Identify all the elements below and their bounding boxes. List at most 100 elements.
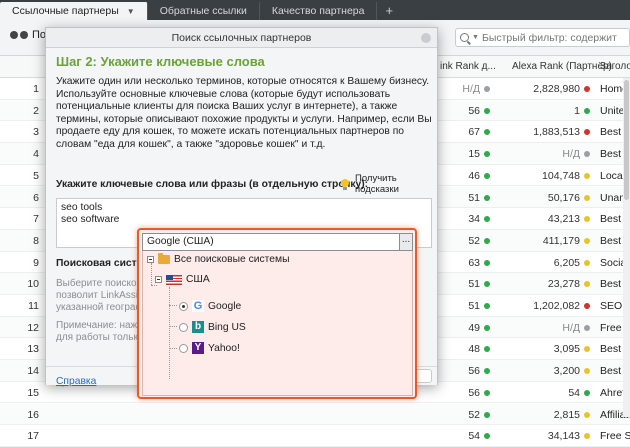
tree-node-google[interactable]: G Google [179, 300, 241, 312]
collapse-icon[interactable] [155, 276, 162, 283]
row-number: 4 [33, 148, 39, 161]
search-engine-select[interactable]: Google (США) ... [142, 233, 413, 251]
row-number: 9 [33, 256, 39, 269]
lightbulb-icon [338, 177, 351, 191]
column-link-rank[interactable]: ink Rank д... [440, 61, 496, 72]
link-rank-value: 63 [468, 256, 480, 269]
tree-node-all-engines[interactable]: Все поисковые системы [147, 253, 289, 265]
alexa-rank-value: 43,213 [547, 213, 580, 226]
status-dot [584, 324, 590, 331]
link-rank-value: 56 [468, 365, 480, 378]
link-rank-value: 67 [468, 126, 480, 139]
google-radio[interactable] [179, 301, 188, 311]
google-icon: G [192, 300, 204, 312]
link-rank-value: 51 [468, 191, 480, 204]
tree-node-yahoo[interactable]: Y Yahoo! [179, 342, 240, 354]
bing-icon: b [192, 321, 204, 333]
status-dot [484, 346, 490, 353]
status-dot [584, 216, 590, 223]
chevron-down-icon[interactable]: ▼ [127, 7, 135, 16]
status-dot [484, 194, 490, 201]
row-number: 6 [33, 191, 39, 204]
yahoo-radio[interactable] [179, 343, 188, 353]
scrollbar[interactable] [623, 78, 630, 417]
tree-node-usa[interactable]: США [155, 274, 210, 285]
tab-link-partners[interactable]: Ссылочные партнеры ▼ [0, 2, 148, 20]
status-dot [584, 346, 590, 353]
us-flag-icon [166, 274, 182, 285]
table-row[interactable]: 16522,815Affiliate [0, 403, 630, 426]
tree-line [151, 285, 157, 286]
row-number: 14 [27, 365, 39, 378]
help-link[interactable]: Справка [56, 376, 96, 387]
status-dot [584, 303, 590, 309]
keyword-line: seo software [61, 214, 120, 225]
alexa-rank-value: 34,143 [547, 430, 580, 443]
column-page-title[interactable]: Заголов [600, 61, 630, 72]
tab-backlinks[interactable]: Обратные ссылки [148, 2, 260, 20]
status-dot [484, 324, 490, 331]
link-rank-value: Н/Д [462, 83, 480, 95]
row-number: 13 [27, 343, 39, 356]
link-rank-value: 54 [468, 430, 480, 443]
link-rank-value: 15 [468, 148, 480, 161]
link-rank-value: 56 [468, 104, 480, 117]
collapse-icon[interactable] [147, 256, 154, 263]
status-dot [584, 151, 590, 158]
page-title-cell: Free SE [600, 430, 630, 443]
keyword-line: seo tools [61, 202, 103, 213]
tree-node-bing[interactable]: b Bing US [179, 321, 246, 333]
dialog-title-bar: Поиск ссылочных партнеров [46, 28, 437, 48]
row-number: 8 [33, 234, 39, 247]
status-dot [484, 107, 490, 114]
binoculars-icon [10, 29, 28, 41]
alexa-rank-value: 3,095 [553, 343, 580, 356]
row-number: 3 [33, 126, 39, 139]
status-dot [584, 281, 590, 288]
quick-filter-input[interactable]: ▼ Быстрый фильтр: содержит [455, 28, 630, 47]
yahoo-icon: Y [192, 342, 204, 354]
search-icon [460, 33, 469, 42]
alexa-rank-value: 23,278 [547, 278, 580, 291]
link-rank-value: 48 [468, 343, 480, 356]
status-dot [484, 129, 490, 136]
alexa-rank-value: 1,883,513 [533, 126, 580, 139]
tab-partner-quality[interactable]: Качество партнера [260, 2, 378, 20]
alexa-rank-value: 54 [568, 386, 580, 399]
alexa-rank-value: Н/Д [562, 148, 580, 161]
chevron-down-icon[interactable]: ▼ [472, 34, 479, 41]
tree-line [169, 326, 177, 327]
status-dot [584, 237, 590, 244]
link-rank-value: 34 [468, 213, 480, 226]
status-dot [484, 172, 490, 179]
tree-line [169, 287, 170, 379]
close-icon[interactable] [421, 33, 431, 43]
status-dot [484, 237, 490, 244]
step-description: Укажите один или несколько терминов, кот… [56, 76, 432, 150]
alexa-rank-value: 3,200 [553, 365, 580, 378]
add-tab-button[interactable]: + [377, 2, 401, 20]
alexa-rank-value: 50,176 [547, 191, 580, 204]
alexa-rank-value: 1,202,082 [533, 300, 580, 312]
row-number: 17 [27, 430, 39, 443]
top-tab-bar: Ссылочные партнеры ▼ Обратные ссылки Каче… [0, 0, 630, 20]
row-number: 16 [27, 408, 39, 421]
status-dot [484, 281, 490, 288]
tree-line [151, 263, 152, 285]
keywords-label: Укажите ключевые слова или фразы (в отде… [56, 179, 369, 190]
link-rank-value: 56 [468, 386, 480, 399]
status-dot [584, 107, 590, 114]
bing-radio[interactable] [179, 322, 188, 332]
more-options-button[interactable]: ... [399, 233, 413, 251]
table-row[interactable]: 17 54 34,143 Free SE [0, 425, 630, 447]
scrollbar-thumb[interactable] [624, 80, 629, 200]
link-rank-value: 51 [468, 278, 480, 291]
get-hints-button[interactable]: Получить подсказки [338, 173, 437, 195]
step-title: Шаг 2: Укажите ключевые слова [56, 54, 265, 69]
column-alexa-rank[interactable]: Alexa Rank (Партнёр) [512, 61, 612, 72]
status-dot [484, 86, 490, 92]
tree-line [169, 348, 177, 349]
status-dot [484, 389, 490, 396]
status-dot [584, 86, 590, 92]
row-number: 15 [27, 386, 39, 399]
